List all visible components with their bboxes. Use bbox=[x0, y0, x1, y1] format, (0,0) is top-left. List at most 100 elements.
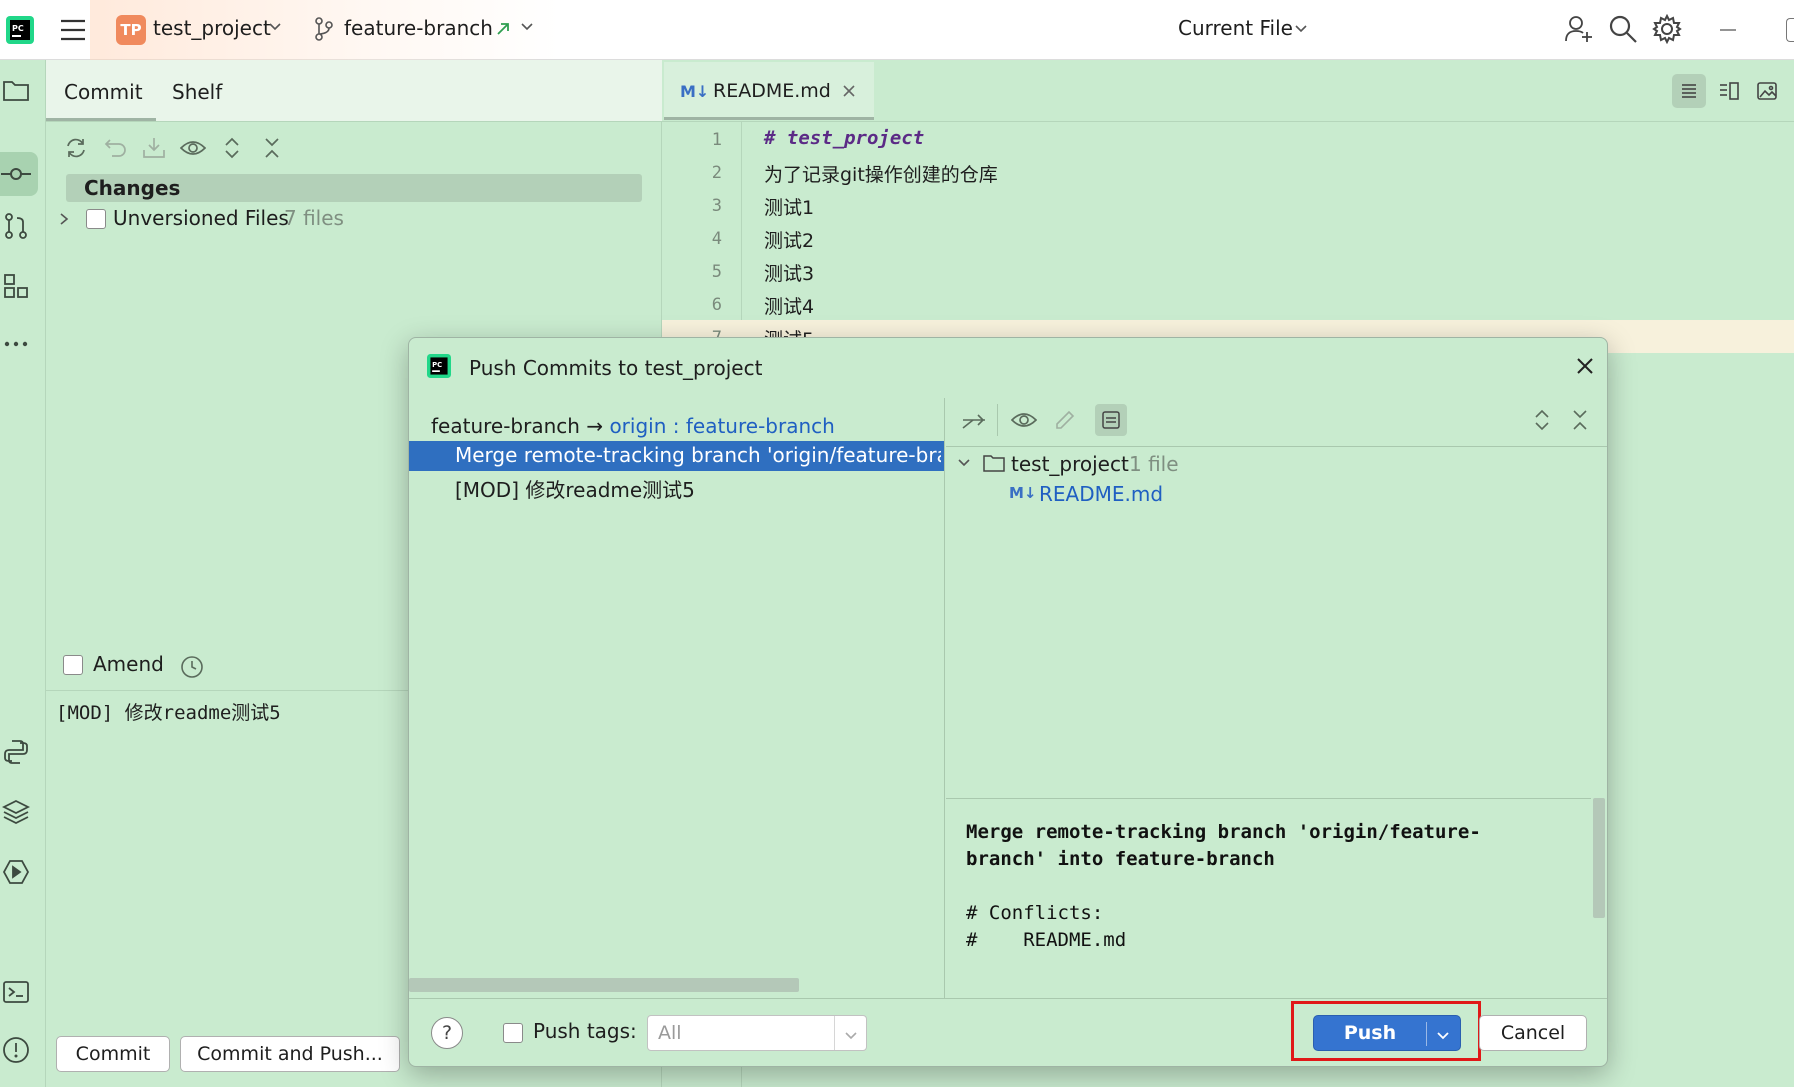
changes-label: Changes bbox=[84, 176, 181, 200]
tree-root-count: 1 file bbox=[1129, 452, 1179, 476]
tree-chevron-down-icon[interactable] bbox=[957, 456, 971, 470]
details-vertical-scrollbar[interactable] bbox=[1593, 798, 1605, 918]
preview-image-icon[interactable] bbox=[1756, 80, 1778, 102]
commit-icon[interactable] bbox=[0, 158, 32, 190]
details-line: # Conflicts: bbox=[966, 902, 1104, 924]
select-chevron-down-icon bbox=[844, 1026, 858, 1048]
line-number: 2 bbox=[711, 163, 722, 183]
code-line-heading[interactable]: # test_project bbox=[764, 127, 924, 149]
commit-message-editor[interactable]: [MOD] 修改readme测试5 bbox=[56, 698, 281, 725]
pycharm-logo-icon[interactable]: PC bbox=[6, 16, 34, 44]
svg-text:PC: PC bbox=[12, 24, 24, 33]
code-line[interactable]: 测试2 bbox=[764, 226, 814, 253]
close-tab-icon[interactable] bbox=[842, 84, 856, 98]
line-number: 5 bbox=[711, 262, 722, 282]
code-line[interactable]: 为了记录git操作创建的仓库 bbox=[764, 160, 998, 187]
details-panel-icon[interactable] bbox=[1101, 410, 1121, 430]
unversioned-files-label[interactable]: Unversioned Files bbox=[113, 206, 289, 230]
main-menu-icon[interactable] bbox=[60, 18, 86, 42]
editor-tab-label[interactable]: README.md bbox=[713, 80, 831, 102]
rollback-icon bbox=[104, 136, 128, 160]
red-highlight-annotation bbox=[1291, 1001, 1481, 1061]
search-icon[interactable] bbox=[1608, 14, 1638, 44]
dialog-title: Push Commits to test_project bbox=[469, 356, 763, 380]
line-number: 6 bbox=[711, 295, 722, 315]
remote-name-link[interactable]: origin bbox=[609, 414, 666, 438]
expand-all-icon[interactable] bbox=[1533, 408, 1551, 432]
maximize-icon[interactable] bbox=[1786, 18, 1794, 42]
project-folder-icon[interactable] bbox=[0, 74, 32, 106]
push-tags-checkbox[interactable] bbox=[503, 1023, 523, 1043]
layers-icon[interactable] bbox=[0, 796, 32, 828]
amend-label[interactable]: Amend bbox=[93, 652, 164, 676]
project-badge[interactable]: TP bbox=[116, 15, 146, 45]
svg-text:PC: PC bbox=[432, 361, 442, 369]
line-number: 3 bbox=[711, 196, 722, 216]
amend-checkbox[interactable] bbox=[63, 655, 83, 675]
code-line[interactable]: 测试4 bbox=[764, 292, 814, 319]
mapping-arrow: → bbox=[586, 414, 604, 438]
add-user-icon[interactable] bbox=[1564, 14, 1594, 44]
show-diff-eye-icon[interactable] bbox=[180, 136, 206, 160]
remote-branch-link[interactable]: feature-branch bbox=[686, 414, 835, 438]
tab-commit[interactable]: Commit bbox=[64, 80, 143, 104]
run-config-selector[interactable]: Current File bbox=[1178, 16, 1293, 40]
expand-chevron-right-icon[interactable] bbox=[58, 212, 70, 226]
code-line[interactable]: 测试1 bbox=[764, 193, 814, 220]
branch-mapping[interactable]: feature-branch → origin : feature-branch bbox=[431, 414, 835, 438]
code-line[interactable]: 测试3 bbox=[764, 259, 814, 286]
select-divider bbox=[834, 1016, 835, 1050]
details-line: # README.md bbox=[966, 929, 1127, 951]
expand-all-icon[interactable] bbox=[222, 136, 242, 160]
terminal-icon[interactable] bbox=[0, 976, 32, 1008]
close-dialog-icon[interactable] bbox=[1575, 356, 1595, 376]
line-number: 1 bbox=[711, 130, 722, 150]
commit-row[interactable]: [MOD] 修改readme测试5 bbox=[455, 474, 695, 503]
details-line: Merge remote-tracking branch 'origin/fea… bbox=[966, 821, 1481, 843]
split-view-icon[interactable] bbox=[1718, 80, 1740, 102]
push-tags-label[interactable]: Push tags: bbox=[533, 1019, 637, 1043]
push-tags-value: All bbox=[658, 1022, 682, 1044]
problems-icon[interactable] bbox=[0, 1034, 32, 1066]
cancel-button[interactable]: Cancel bbox=[1479, 1015, 1587, 1051]
refresh-icon[interactable] bbox=[64, 136, 88, 160]
markdown-file-icon: M↓ bbox=[1009, 484, 1037, 502]
pane-divider bbox=[944, 398, 945, 998]
structure-icon[interactable] bbox=[0, 270, 32, 302]
compare-arrows-icon[interactable] bbox=[961, 408, 987, 432]
shelve-icon bbox=[142, 136, 166, 160]
unversioned-checkbox[interactable] bbox=[86, 209, 106, 229]
project-name[interactable]: test_project bbox=[153, 16, 271, 40]
tool-window-strip bbox=[0, 60, 46, 1087]
branch-name[interactable]: feature-branch bbox=[344, 16, 493, 40]
chevron-down-icon[interactable] bbox=[268, 20, 282, 34]
collapse-all-icon[interactable] bbox=[1571, 408, 1589, 432]
commit-button[interactable]: Commit bbox=[56, 1036, 170, 1072]
view-eye-icon[interactable] bbox=[1011, 408, 1037, 432]
toolbar-separator bbox=[997, 404, 998, 436]
collapse-all-icon[interactable] bbox=[262, 136, 282, 160]
help-button[interactable]: ? bbox=[431, 1017, 463, 1049]
tab-shelf[interactable]: Shelf bbox=[172, 80, 222, 104]
more-tools-icon[interactable] bbox=[0, 328, 32, 360]
run-config-chevron-icon[interactable] bbox=[1294, 22, 1308, 36]
editor-only-icon[interactable] bbox=[1679, 81, 1699, 101]
pull-requests-icon[interactable] bbox=[0, 210, 32, 242]
history-clock-icon[interactable] bbox=[180, 655, 204, 679]
remote-separator: : bbox=[672, 414, 680, 438]
branch-icon bbox=[314, 17, 334, 41]
local-branch: feature-branch bbox=[431, 414, 580, 438]
branch-chevron-down-icon[interactable] bbox=[520, 20, 534, 34]
markdown-icon: M↓ bbox=[680, 82, 710, 101]
python-console-icon[interactable] bbox=[0, 736, 32, 768]
minimize-icon[interactable] bbox=[1718, 28, 1738, 32]
horizontal-scrollbar[interactable] bbox=[409, 978, 799, 992]
commit-details-panel: Merge remote-tracking branch 'origin/fea… bbox=[946, 798, 1591, 998]
line-number: 4 bbox=[711, 229, 722, 249]
services-icon[interactable] bbox=[0, 856, 32, 888]
tree-root-label[interactable]: test_project bbox=[1011, 452, 1129, 476]
tree-file-readme[interactable]: README.md bbox=[1039, 482, 1163, 506]
commit-and-push-button[interactable]: Commit and Push... bbox=[180, 1036, 400, 1072]
tree-toolbar-divider bbox=[946, 446, 1607, 447]
settings-gear-icon[interactable] bbox=[1652, 14, 1682, 44]
